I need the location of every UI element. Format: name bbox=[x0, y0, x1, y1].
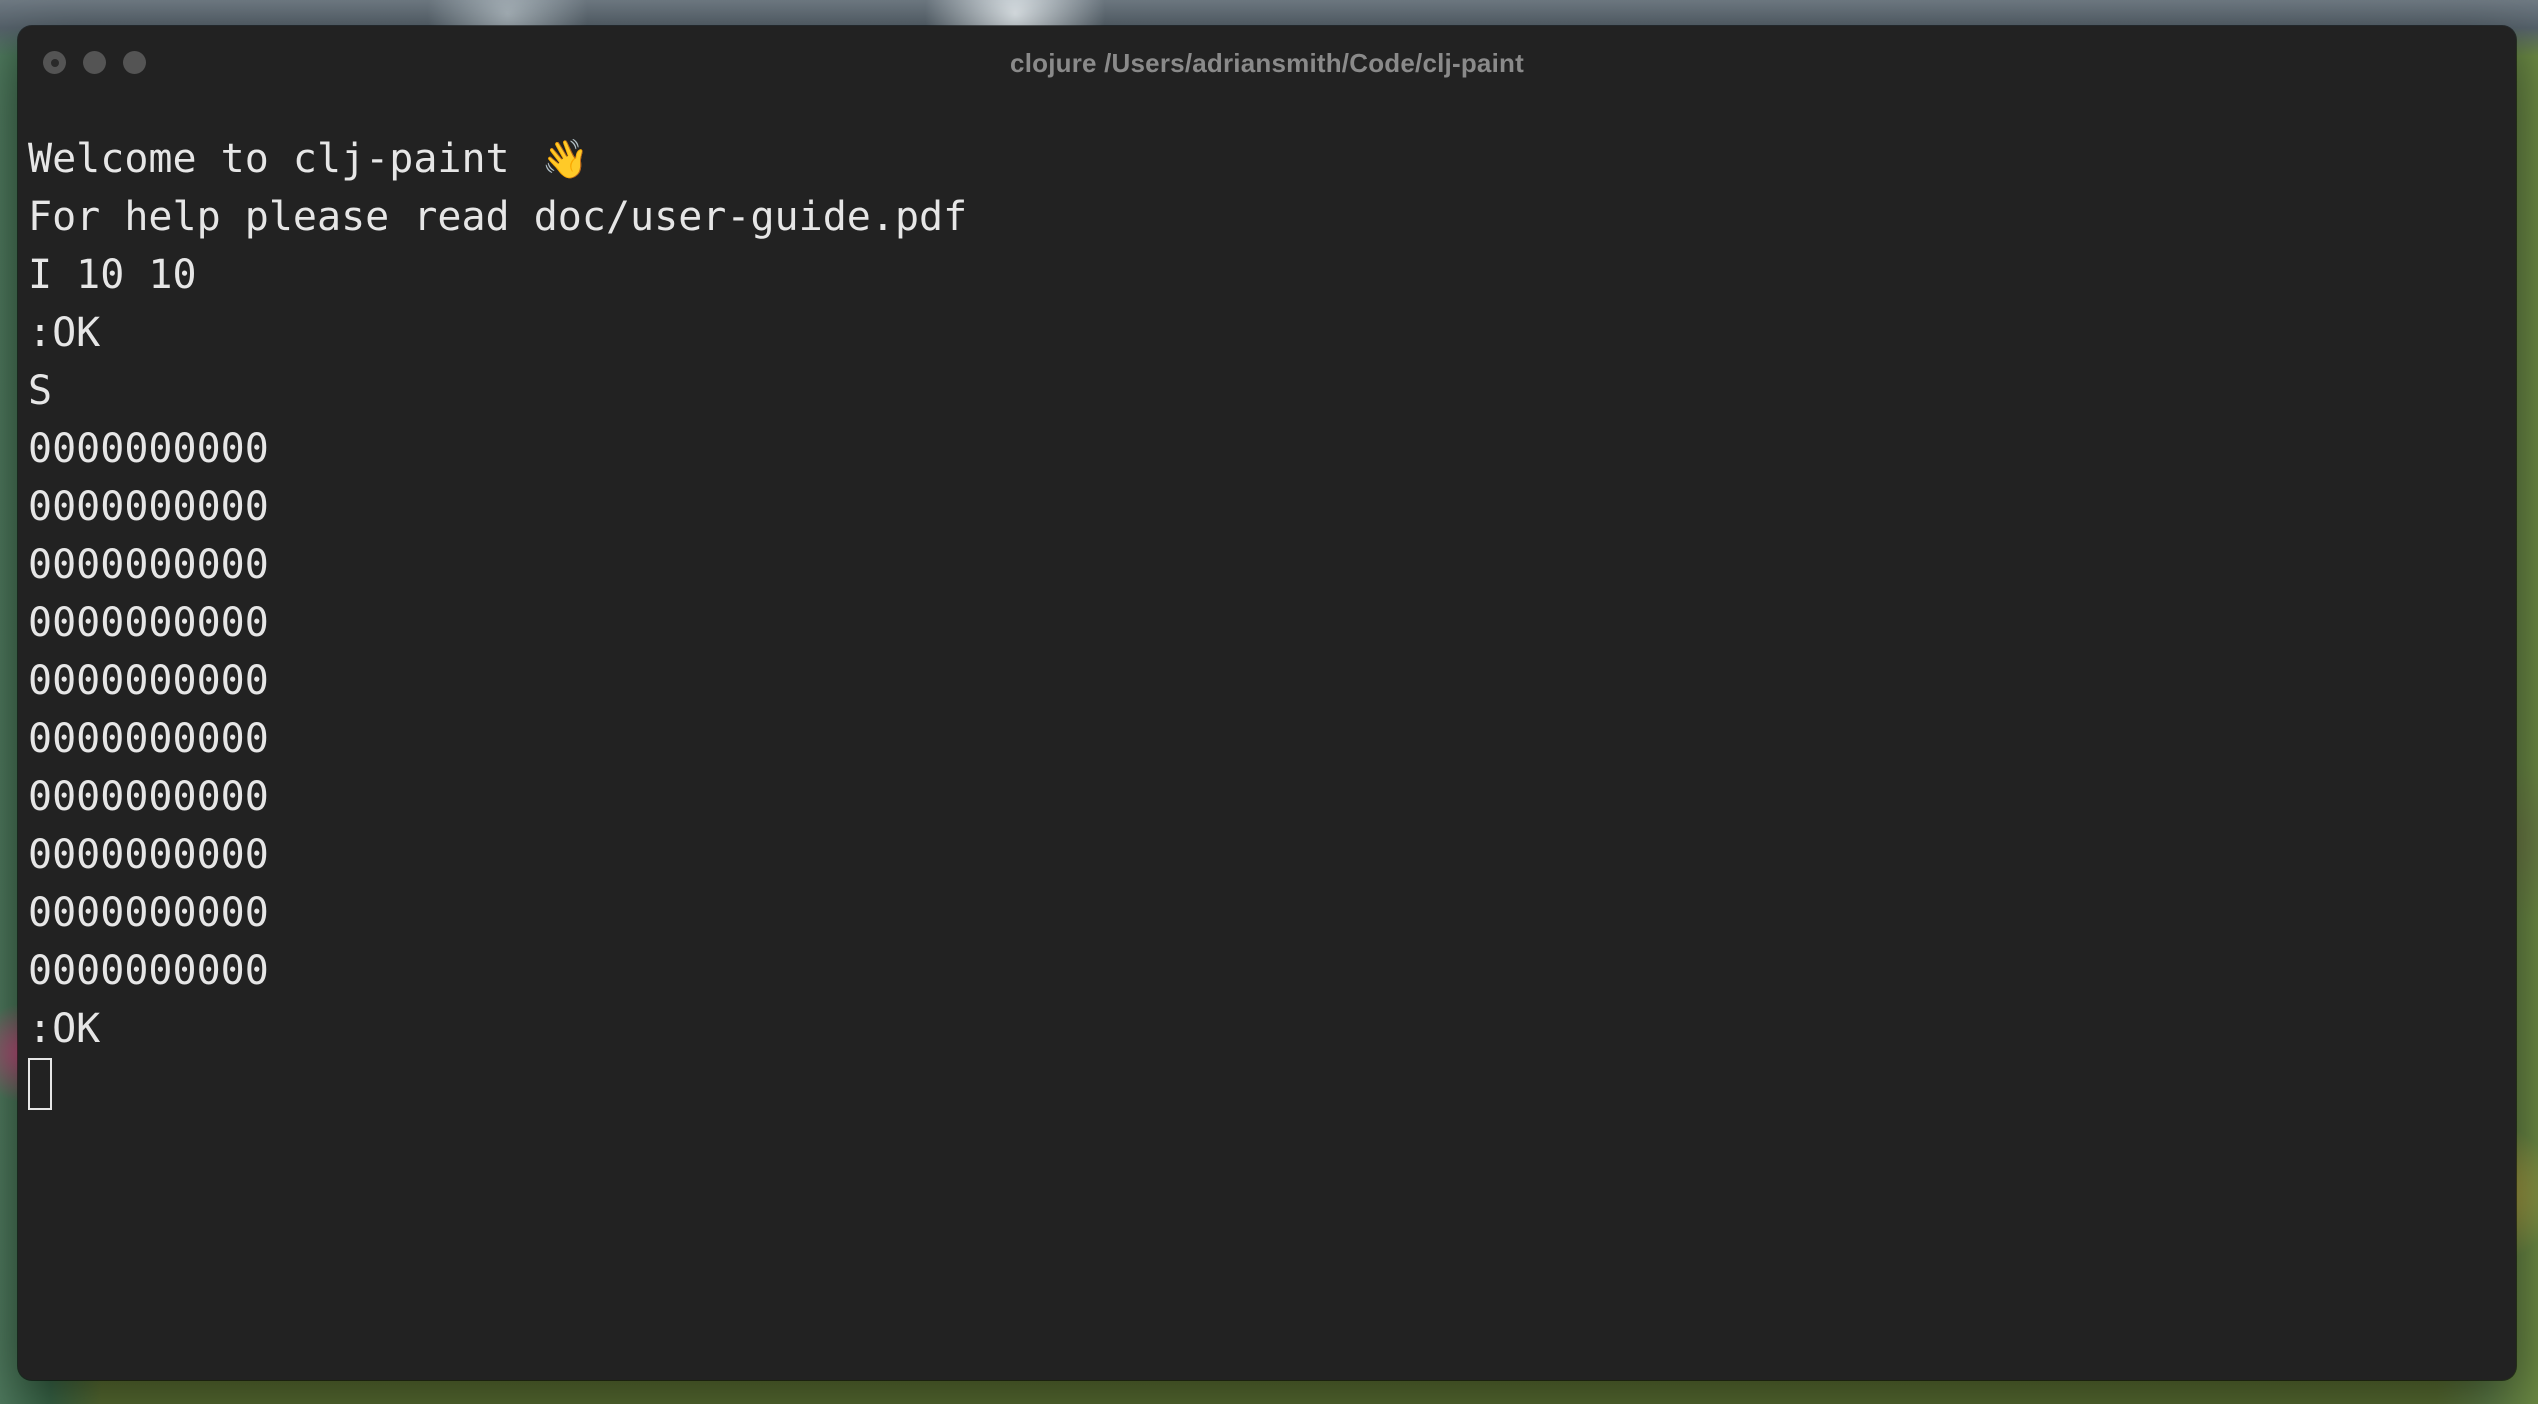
ok-response: :OK bbox=[28, 310, 101, 356]
welcome-text: Welcome to clj-paint bbox=[28, 136, 534, 182]
canvas-row: 0000000000 bbox=[28, 890, 269, 936]
command-line: I 10 10 bbox=[28, 252, 197, 298]
title-bar[interactable]: clojure /Users/adriansmith/Code/clj-pain… bbox=[18, 26, 2516, 98]
prompt-line[interactable] bbox=[28, 1058, 2506, 1116]
canvas-row: 0000000000 bbox=[28, 426, 269, 472]
canvas-row: 0000000000 bbox=[28, 948, 269, 994]
canvas-row: 0000000000 bbox=[28, 600, 269, 646]
help-line: For help please read doc/user-guide.pdf bbox=[28, 194, 968, 240]
canvas-row: 0000000000 bbox=[28, 484, 269, 530]
text-cursor[interactable] bbox=[28, 1058, 52, 1110]
terminal-output[interactable]: Welcome to clj-paint 👋 For help please r… bbox=[28, 130, 2506, 1370]
canvas-row: 0000000000 bbox=[28, 658, 269, 704]
waving-hand-icon: 👋 bbox=[541, 137, 590, 181]
canvas-row: 0000000000 bbox=[28, 774, 269, 820]
welcome-line: Welcome to clj-paint 👋 bbox=[28, 130, 2506, 188]
command-line: S bbox=[28, 368, 53, 414]
canvas-row: 0000000000 bbox=[28, 542, 269, 588]
canvas-row: 0000000000 bbox=[28, 716, 269, 762]
canvas-row: 0000000000 bbox=[28, 832, 269, 878]
terminal-window[interactable]: clojure /Users/adriansmith/Code/clj-pain… bbox=[18, 26, 2516, 1380]
ok-response: :OK bbox=[28, 1006, 101, 1052]
window-title: clojure /Users/adriansmith/Code/clj-pain… bbox=[1010, 48, 1524, 78]
